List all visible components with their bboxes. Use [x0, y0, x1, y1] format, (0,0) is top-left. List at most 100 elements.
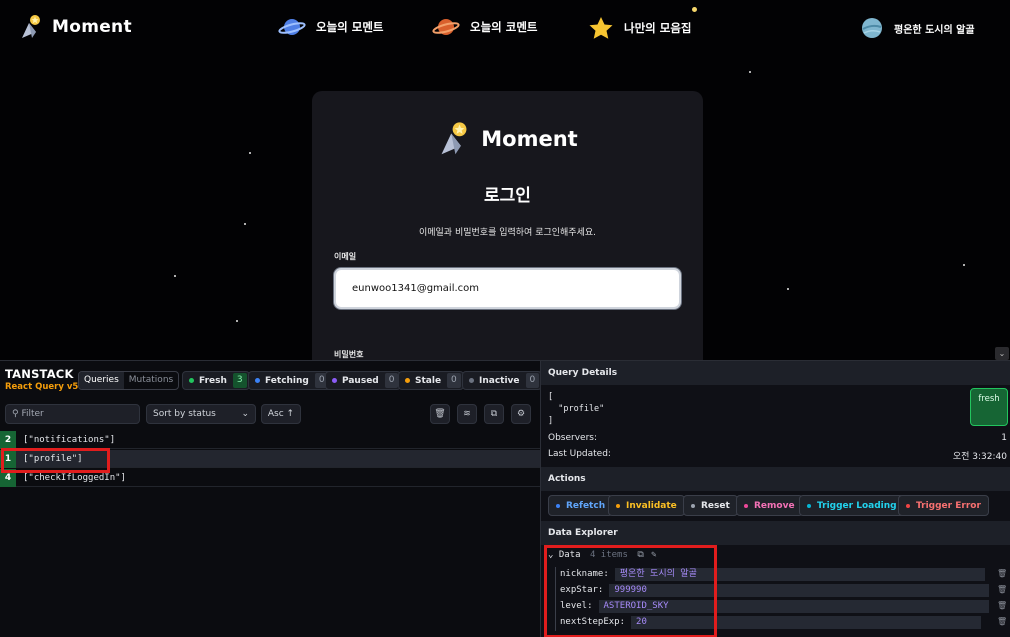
status-label: Stale: [415, 375, 442, 386]
search-icon: ⚲: [12, 409, 19, 419]
star-dot: [174, 275, 176, 277]
queries-pane: TANSTACK React Query v5 Queries Mutation…: [0, 361, 543, 637]
tab-mutations[interactable]: Mutations: [124, 372, 178, 389]
last-updated-label: Last Updated:: [548, 449, 611, 459]
clear-cache-button[interactable]: 🗑: [430, 404, 450, 424]
login-description: 이메일과 비밀번호를 입력하여 로그인해주세요.: [418, 228, 597, 238]
top-nav: Moment 오늘의 모멘트 오늘의 코멘트 나만의 모음집 평온한 도시의 알…: [0, 0, 1010, 62]
action-dot: [556, 503, 560, 508]
query-devtools: TANSTACK React Query v5 Queries Mutation…: [0, 360, 1010, 637]
brand-logo[interactable]: Moment: [20, 14, 132, 40]
status-count: 3: [232, 373, 247, 388]
last-updated-value: 오전 3:32:40: [952, 452, 1007, 462]
status-dot: [469, 378, 474, 383]
status-stale[interactable]: Stale 0: [398, 371, 464, 390]
status-count: 0: [525, 373, 540, 388]
data-explorer-header: Data Explorer: [541, 521, 1010, 545]
status-count: 0: [447, 373, 461, 388]
tab-queries[interactable]: Queries: [79, 372, 124, 389]
devtools-logo[interactable]: TANSTACK: [5, 367, 74, 381]
action-dot: [744, 503, 748, 508]
pip-button[interactable]: ⧉: [484, 404, 504, 424]
nav-item-today-moment[interactable]: 오늘의 모멘트: [278, 16, 383, 38]
rocket-icon: [22, 15, 40, 38]
nav-item-label: 오늘의 모멘트: [316, 20, 384, 34]
action-dot: [691, 503, 695, 508]
sort-select[interactable]: Sort by status ⌄: [146, 404, 256, 424]
trash-icon[interactable]: 🗑: [997, 585, 1007, 594]
reset-button[interactable]: Reset: [683, 495, 738, 516]
wifi-icon: ≋: [463, 409, 471, 419]
planet-teal-icon: [862, 18, 882, 38]
status-badge: fresh: [970, 388, 1008, 426]
status-label: Paused: [342, 375, 379, 386]
filter-placeholder: Filter: [21, 409, 44, 419]
nav-item-label: 나만의 모음집: [624, 21, 692, 35]
action-label: Trigger Error: [916, 500, 981, 511]
trash-icon: 🗑: [434, 409, 446, 419]
login-card: Moment 로그인 이메일과 비밀번호를 입력하여 로그인해주세요. 이메일 …: [312, 91, 703, 360]
settings-button[interactable]: ⚙: [511, 404, 531, 424]
status-count: 0: [384, 373, 399, 388]
invalidate-button[interactable]: Invalidate: [608, 495, 685, 516]
query-key-text: [ "profile" ]: [548, 392, 605, 426]
nav-item-profile[interactable]: 평온한 도시의 알골: [860, 16, 975, 40]
nav-item-my-collection[interactable]: 나만의 모음집: [588, 16, 691, 40]
planet-blue-icon: [278, 19, 306, 35]
status-dot: [255, 378, 260, 383]
action-label: Reset: [701, 500, 730, 511]
filter-input[interactable]: ⚲ Filter: [5, 404, 140, 424]
trigger-error-button[interactable]: Trigger Error: [898, 495, 989, 516]
observers-row: Observers: 1: [548, 433, 1007, 443]
trash-icon[interactable]: 🗑: [997, 569, 1007, 578]
trigger-loading-button[interactable]: Trigger Loading: [799, 495, 905, 516]
sort-label: Sort by status: [153, 409, 216, 419]
action-dot: [906, 503, 910, 508]
remove-button[interactable]: Remove: [736, 495, 803, 516]
action-label: Invalidate: [626, 500, 677, 511]
scroll-down-button[interactable]: ⌄: [995, 347, 1009, 360]
highlight-box: [1, 448, 110, 473]
star-dot: [244, 223, 246, 225]
nav-item-label: 오늘의 코멘트: [470, 20, 538, 34]
status-dot: [332, 378, 337, 383]
action-label: Trigger Loading: [817, 500, 897, 511]
trash-icon[interactable]: 🗑: [997, 601, 1007, 610]
status-fetching[interactable]: Fetching 0: [248, 371, 332, 390]
card-brand: Moment: [312, 121, 703, 157]
gear-icon: ⚙: [516, 409, 526, 419]
star-dot: [963, 264, 965, 266]
password-label: 비밀번호: [334, 350, 364, 359]
card-brand-name: Moment: [481, 127, 578, 151]
status-label: Fetching: [265, 375, 309, 386]
email-label: 이메일: [334, 252, 357, 261]
observers-value: 1: [1001, 433, 1007, 443]
nav-item-today-comment[interactable]: 오늘의 코멘트: [432, 16, 537, 38]
email-field[interactable]: eunwoo1341@gmail.com: [334, 268, 681, 309]
sort-order-button[interactable]: Asc ↑: [261, 404, 301, 424]
star-dot: [787, 288, 789, 290]
mock-offline-button[interactable]: ≋: [457, 404, 477, 424]
status-dot: [405, 378, 410, 383]
star-dot: [749, 71, 751, 73]
query-details-pane: Query Details [ "profile" ] fresh Observ…: [540, 361, 1010, 637]
status-paused[interactable]: Paused 0: [325, 371, 402, 390]
observers-label: Observers:: [548, 433, 598, 443]
brand-name: Moment: [52, 17, 132, 37]
star-icon: [589, 17, 613, 39]
chevron-down-icon: ⌄: [241, 409, 249, 419]
query-key: ["notifications"]: [23, 434, 116, 445]
status-inactive[interactable]: Inactive 0: [462, 371, 543, 390]
star-dot: [236, 320, 238, 322]
trash-icon[interactable]: 🗑: [997, 617, 1007, 626]
rocket-icon: [441, 122, 467, 155]
query-row[interactable]: 2 ["notifications"]: [0, 430, 540, 449]
status-label: Inactive: [479, 375, 520, 386]
observer-count: 2: [0, 430, 16, 449]
devtools-sublogo: React Query v5: [5, 382, 79, 392]
last-updated-row: Last Updated: 오전 3:32:40: [548, 449, 1007, 462]
picture-in-picture-icon: ⧉: [490, 409, 498, 419]
action-dot: [807, 503, 811, 508]
refetch-button[interactable]: Refetch: [548, 495, 614, 516]
status-fresh[interactable]: Fresh 3: [182, 371, 250, 390]
